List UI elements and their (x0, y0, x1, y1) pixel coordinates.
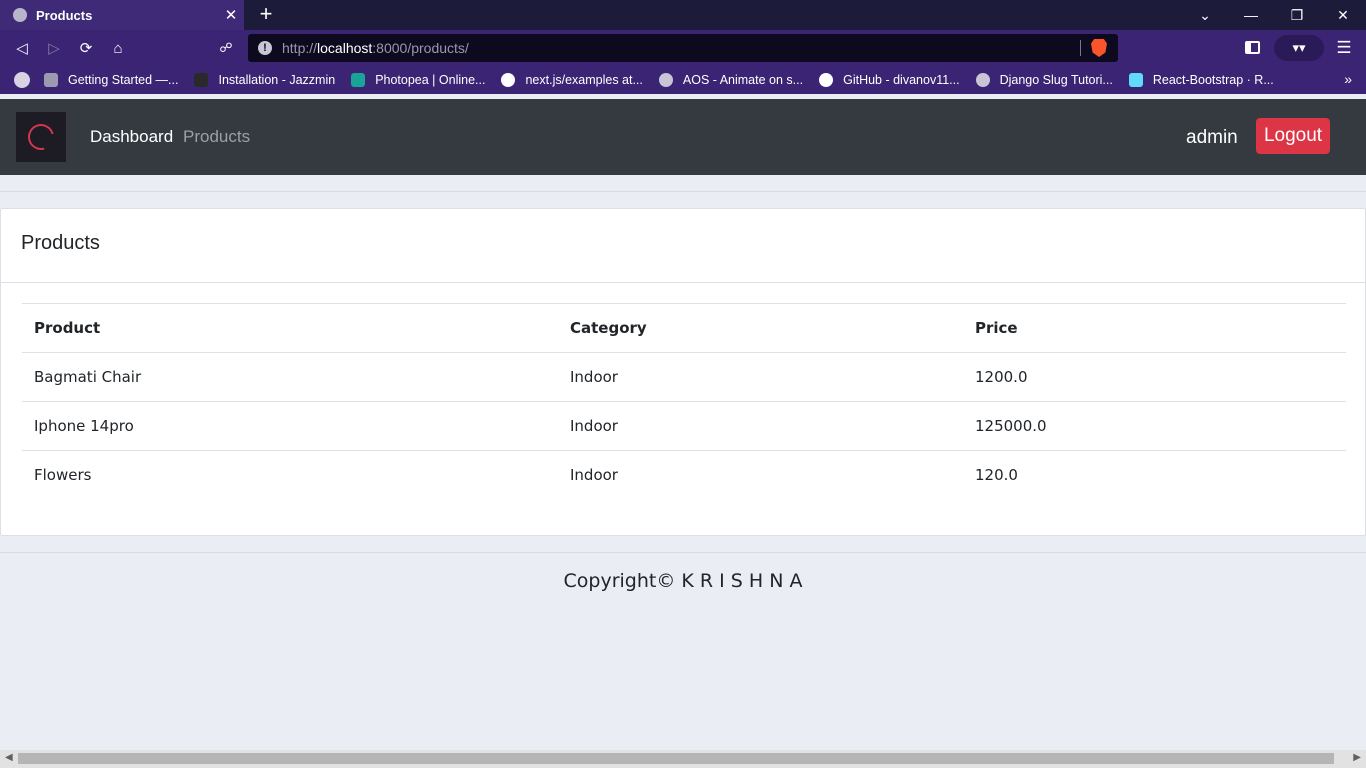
product-name-cell: Flowers (22, 450, 558, 500)
new-tab-button[interactable]: + (255, 3, 277, 27)
tab-title: Products (36, 7, 93, 23)
bookmark-label: Installation - Jazzmin (218, 73, 336, 87)
globe-icon (975, 73, 990, 87)
site-info-icon[interactable]: ! (258, 41, 272, 55)
github-icon (501, 73, 516, 87)
table-row: Bagmati Chair Indoor 1200.0 (22, 352, 1346, 402)
current-user: admin (1186, 127, 1238, 148)
product-name-cell: Bagmati Chair (22, 352, 558, 402)
bookmark-label: Photopea | Online... (375, 73, 486, 87)
bookmark-label: next.js/examples at... (525, 73, 643, 87)
back-icon[interactable]: ◁ (11, 37, 33, 59)
bookmark-label: Django Slug Tutori... (999, 73, 1113, 87)
bookmark-item[interactable]: AOS - Animate on s... (658, 73, 804, 87)
bookmark-item[interactable]: GitHub - divanov11... (819, 73, 960, 87)
card-header: Products (1, 209, 1365, 283)
restore-window-button[interactable]: ❐ (1274, 0, 1320, 30)
bookmark-item[interactable]: next.js/examples at... (501, 73, 643, 87)
nav-link-products[interactable]: Products (183, 127, 250, 147)
category-cell: Indoor (558, 450, 963, 500)
bookmarks-overflow-icon[interactable]: » (1344, 71, 1352, 87)
products-card: Products Product Category Price Bagmati … (0, 208, 1366, 536)
app-navbar: Dashboard Products admin Logout (0, 99, 1366, 175)
bookmark-icon (44, 73, 58, 87)
column-header-price: Price (963, 303, 1346, 353)
github-icon (819, 73, 834, 87)
globe-icon[interactable] (14, 72, 30, 88)
table-row: Iphone 14pro Indoor 125000.0 (22, 401, 1346, 451)
bookmark-label: AOS - Animate on s... (682, 73, 804, 87)
sidebar-toggle-icon[interactable] (1245, 41, 1260, 54)
brave-shields-icon[interactable] (1091, 39, 1107, 57)
browser-tab-bar: Products ✕ + ⌄ — ❐ ✕ (0, 0, 1366, 30)
price-cell: 120.0 (963, 450, 1346, 500)
category-cell: Indoor (558, 352, 963, 402)
address-bar[interactable]: ! http://localhost:8000/products/ (248, 34, 1118, 62)
extension-glasses-icon[interactable]: ▾▾ (1274, 35, 1324, 61)
price-cell: 1200.0 (963, 352, 1346, 402)
reload-icon[interactable]: ⟳ (75, 37, 97, 59)
minimize-window-button[interactable]: — (1228, 0, 1274, 30)
brand-logo[interactable] (16, 112, 66, 162)
footer-divider (0, 552, 1366, 553)
scroll-right-icon[interactable]: ▶ (1353, 752, 1361, 763)
photopea-icon (351, 73, 366, 87)
bookmark-item[interactable]: React-Bootstrap · R... (1128, 73, 1274, 87)
table-row: Flowers Indoor 120.0 (22, 450, 1346, 500)
browser-toolbar: ◁ ▷ ⟳ ⌂ ☍ ! http://localhost:8000/produc… (0, 30, 1366, 66)
bookmark-label: GitHub - divanov11... (843, 73, 960, 87)
tab-search-dropdown-icon[interactable]: ⌄ (1182, 0, 1228, 30)
bookmarks-bar: Getting Started —... Installation - Jazzm… (0, 66, 1366, 94)
forward-icon[interactable]: ▷ (43, 37, 65, 59)
globe-icon (13, 8, 27, 22)
column-header-category: Category (558, 303, 963, 353)
bookmark-item[interactable]: Installation - Jazzmin (194, 73, 335, 87)
divider (0, 191, 1366, 192)
horizontal-scrollbar[interactable]: ◀ ▶ (0, 750, 1366, 768)
logo-ring-icon (23, 119, 59, 155)
scrollbar-thumb[interactable] (18, 753, 1334, 764)
tab-close-icon[interactable]: ✕ (218, 6, 244, 24)
products-table: Product Category Price Bagmati Chair Ind… (22, 303, 1346, 500)
address-separator (1080, 40, 1081, 56)
bookmark-label: React-Bootstrap · R... (1152, 73, 1274, 87)
page-title: Products (21, 232, 100, 254)
category-cell: Indoor (558, 401, 963, 451)
scroll-left-icon[interactable]: ◀ (5, 752, 13, 763)
home-icon[interactable]: ⌂ (107, 37, 129, 59)
bookmark-label: Getting Started —... (68, 73, 179, 87)
browser-tab-products[interactable]: Products ✕ (0, 0, 244, 30)
globe-icon (658, 73, 673, 87)
table-header-row: Product Category Price (22, 303, 1346, 353)
bookmarks-list: Getting Started —... Installation - Jazzm… (44, 73, 1290, 87)
logout-button[interactable]: Logout (1256, 118, 1330, 154)
url-text[interactable]: http://localhost:8000/products/ (282, 40, 469, 56)
bookmark-item[interactable]: Django Slug Tutori... (975, 73, 1113, 87)
product-name-cell: Iphone 14pro (22, 401, 558, 451)
price-cell: 125000.0 (963, 401, 1346, 451)
bookmark-page-icon[interactable]: ☍ (215, 37, 237, 59)
close-window-button[interactable]: ✕ (1320, 0, 1366, 30)
browser-menu-icon[interactable]: ☰ (1334, 37, 1354, 59)
bookmark-item[interactable]: Getting Started —... (44, 73, 178, 87)
column-header-product: Product (22, 303, 558, 353)
footer-copyright: Copyright© K R I S H N A (563, 570, 803, 592)
nav-link-dashboard[interactable]: Dashboard (90, 127, 173, 147)
bookmark-item[interactable]: Photopea | Online... (351, 73, 485, 87)
book-icon (194, 73, 209, 87)
react-bootstrap-icon (1128, 73, 1143, 87)
